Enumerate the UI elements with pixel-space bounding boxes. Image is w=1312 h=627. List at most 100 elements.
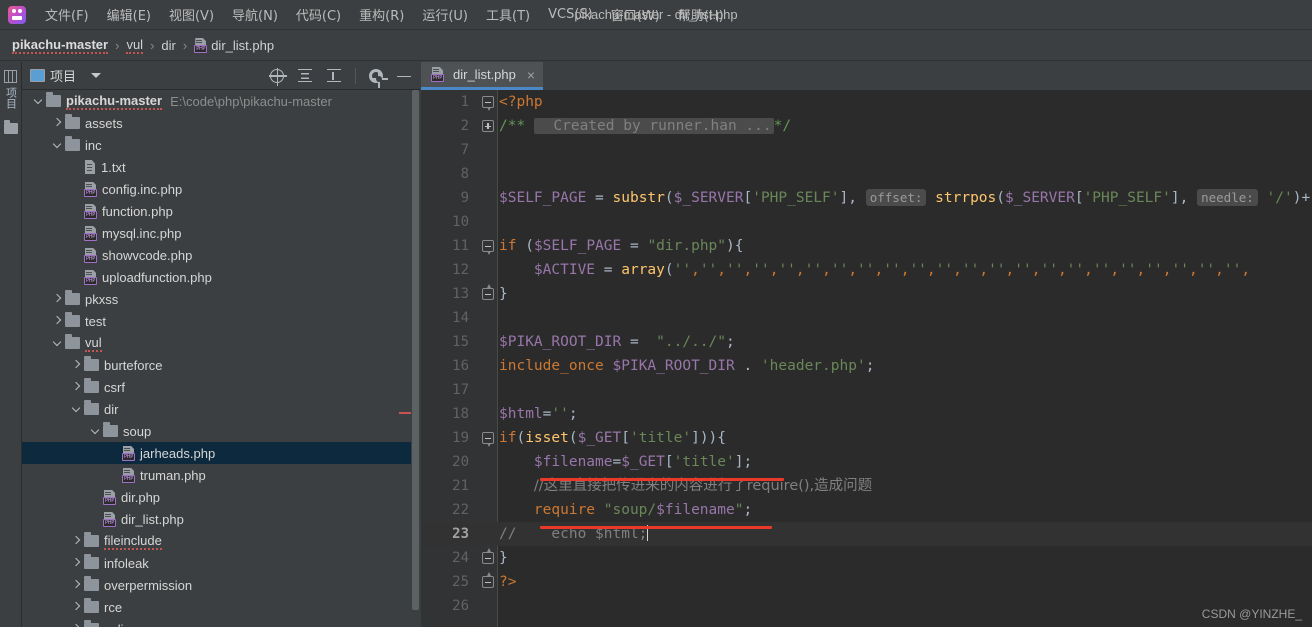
tree-node-jarheads-php[interactable]: PHP jarheads.php (22, 442, 420, 464)
menu-run[interactable]: 运行(U) (413, 1, 477, 28)
chevron-right-icon[interactable] (51, 293, 63, 305)
tree-node-csrf[interactable]: csrf (22, 376, 420, 398)
chevron-right-icon[interactable] (70, 601, 82, 613)
menu-edit[interactable]: 编辑(E) (98, 1, 160, 28)
tree-node-pkxss[interactable]: pkxss (22, 288, 420, 310)
code-line-22[interactable]: 22 require "soup/$filename"; (421, 498, 1312, 522)
code-fold-toggle[interactable] (482, 96, 494, 111)
tree-node-uploadfunction-php[interactable]: PHP uploadfunction.php (22, 266, 420, 288)
code-viewport[interactable]: 1 <?php 2 /** Created by runner.han ... */ 7 8… (421, 90, 1312, 627)
chevron-right-icon[interactable] (51, 315, 63, 327)
code-line-2[interactable]: 2 /** Created by runner.han ... */ (421, 114, 1312, 138)
tree-node-burteforce[interactable]: burteforce (22, 354, 420, 376)
project-panel-title-box[interactable]: 项目 (30, 66, 102, 85)
chevron-right-icon[interactable] (51, 117, 63, 129)
tree-node-vul[interactable]: vul (22, 332, 420, 354)
settings-gear-icon[interactable] (369, 68, 388, 88)
spacer-icon (70, 161, 82, 173)
tree-node-config-inc-php[interactable]: PHP config.inc.php (22, 178, 420, 200)
menu-view[interactable]: 视图(V) (160, 1, 223, 28)
menu-navigate[interactable]: 导航(N) (223, 1, 287, 28)
breadcrumb-item-vul[interactable]: vul (126, 37, 144, 54)
expand-all-icon[interactable] (297, 68, 313, 84)
close-icon[interactable]: × (527, 68, 535, 82)
scrollbar-thumb[interactable] (412, 90, 419, 610)
tree-node-fileinclude[interactable]: fileinclude (22, 530, 420, 552)
chevron-down-icon[interactable] (32, 95, 44, 107)
code-fold-toggle[interactable] (482, 432, 494, 447)
menu-tools[interactable]: 工具(T) (477, 1, 539, 28)
tree-node-inc[interactable]: inc (22, 134, 420, 156)
chevron-right-icon[interactable] (70, 579, 82, 591)
tree-node-mysql-inc-php[interactable]: PHP mysql.inc.php (22, 222, 420, 244)
code-line-17[interactable]: 17 (421, 378, 1312, 402)
tree-node-test[interactable]: test (22, 310, 420, 332)
project-file-tree[interactable]: pikachu-master E:\code\php\pikachu-master… (22, 90, 420, 627)
code-line-12[interactable]: 12 $ACTIVE = array('','','','','','','',… (421, 258, 1312, 282)
breadcrumb-item-file[interactable]: PHP dir_list.php (194, 38, 274, 53)
chevron-down-icon[interactable] (51, 337, 63, 349)
code-line-26[interactable]: 26 (421, 594, 1312, 618)
hide-panel-icon[interactable] (396, 68, 412, 84)
php-file-icon: PHP (103, 511, 116, 527)
tree-node-soup[interactable]: soup (22, 420, 420, 442)
tree-node-dir[interactable]: dir (22, 398, 420, 420)
tree-node-label: 1.txt (101, 159, 126, 175)
tree-node-overpermission[interactable]: overpermission (22, 574, 420, 596)
locate-target-icon[interactable] (269, 67, 287, 86)
chevron-down-icon[interactable] (91, 73, 102, 78)
code-line-7[interactable]: 7 (421, 138, 1312, 162)
tree-node-showvcode-php[interactable]: PHP showvcode.php (22, 244, 420, 266)
code-fold-toggle[interactable] (482, 284, 494, 300)
tree-node-dir-list-php[interactable]: PHP dir_list.php (22, 508, 420, 530)
code-lines[interactable]: 1 <?php 2 /** Created by runner.han ... */ 7 8… (421, 90, 1312, 627)
project-grid-icon[interactable] (4, 70, 17, 83)
line-number: 11 (452, 238, 469, 254)
tree-node-truman-php[interactable]: PHP truman.php (22, 464, 420, 486)
chevron-right-icon[interactable] (70, 381, 82, 393)
collapse-all-icon[interactable] (326, 68, 342, 84)
menu-refactor[interactable]: 重构(R) (350, 1, 413, 28)
chevron-down-icon[interactable] (89, 425, 101, 437)
chevron-right-icon[interactable] (70, 359, 82, 371)
chevron-right-icon[interactable] (70, 623, 82, 627)
chevron-down-icon[interactable] (70, 403, 82, 415)
project-tree-scrollbar[interactable] (411, 90, 420, 627)
menu-file[interactable]: 文件(F) (36, 1, 98, 28)
code-line-24[interactable]: 24} (421, 546, 1312, 570)
code-line-25[interactable]: 25 ?> (421, 570, 1312, 594)
chevron-right-icon[interactable] (70, 557, 82, 569)
code-line-8[interactable]: 8 (421, 162, 1312, 186)
editor-tab-dir_list-php[interactable]: PHP dir_list.php × (421, 62, 544, 90)
code-line-16[interactable]: 16 include_once $PIKA_ROOT_DIR . 'header.… (421, 354, 1312, 378)
code-line-10[interactable]: 10 (421, 210, 1312, 234)
tree-node-dir-php[interactable]: PHP dir.php (22, 486, 420, 508)
tool-window-tab-project[interactable]: 项目 (3, 87, 19, 109)
code-line-11[interactable]: 11 if ($SELF_PAGE = "dir.php"){ (421, 234, 1312, 258)
code-line-15[interactable]: 15 $PIKA_ROOT_DIR = "../../"; (421, 330, 1312, 354)
tree-node-function-php[interactable]: PHP function.php (22, 200, 420, 222)
code-line-18[interactable]: 18 $html=''; (421, 402, 1312, 426)
code-fold-toggle[interactable] (482, 240, 494, 255)
tree-node-1-txt[interactable]: 1.txt (22, 156, 420, 178)
tree-node-pikachu-master[interactable]: pikachu-master E:\code\php\pikachu-master (22, 90, 420, 112)
code-fold-toggle[interactable] (482, 572, 494, 588)
breadcrumb-item-dir[interactable]: dir (161, 38, 175, 53)
code-line-13[interactable]: 13} (421, 282, 1312, 306)
folder-icon[interactable] (3, 120, 18, 134)
code-fold-toggle[interactable] (482, 548, 494, 564)
tree-node-assets[interactable]: assets (22, 112, 420, 134)
menu-code[interactable]: 代码(C) (287, 1, 350, 28)
code-line-14[interactable]: 14 (421, 306, 1312, 330)
code-line-19[interactable]: 19 if(isset($_GET['title'])){ (421, 426, 1312, 450)
code-line-1[interactable]: 1 <?php (421, 90, 1312, 114)
chevron-down-icon[interactable] (51, 139, 63, 151)
code-fold-toggle[interactable] (482, 120, 494, 132)
code-line-9[interactable]: 9 $SELF_PAGE = substr($_SERVER['PHP_SELF'… (421, 186, 1312, 210)
breadcrumb-item-project[interactable]: pikachu-master (12, 37, 109, 54)
tree-node-rce[interactable]: rce (22, 596, 420, 618)
code-line-20[interactable]: 20 $filename=$_GET['title']; (421, 450, 1312, 474)
tree-node-sqli[interactable]: sqli (22, 618, 420, 627)
chevron-right-icon[interactable] (70, 535, 82, 547)
tree-node-infoleak[interactable]: infoleak (22, 552, 420, 574)
